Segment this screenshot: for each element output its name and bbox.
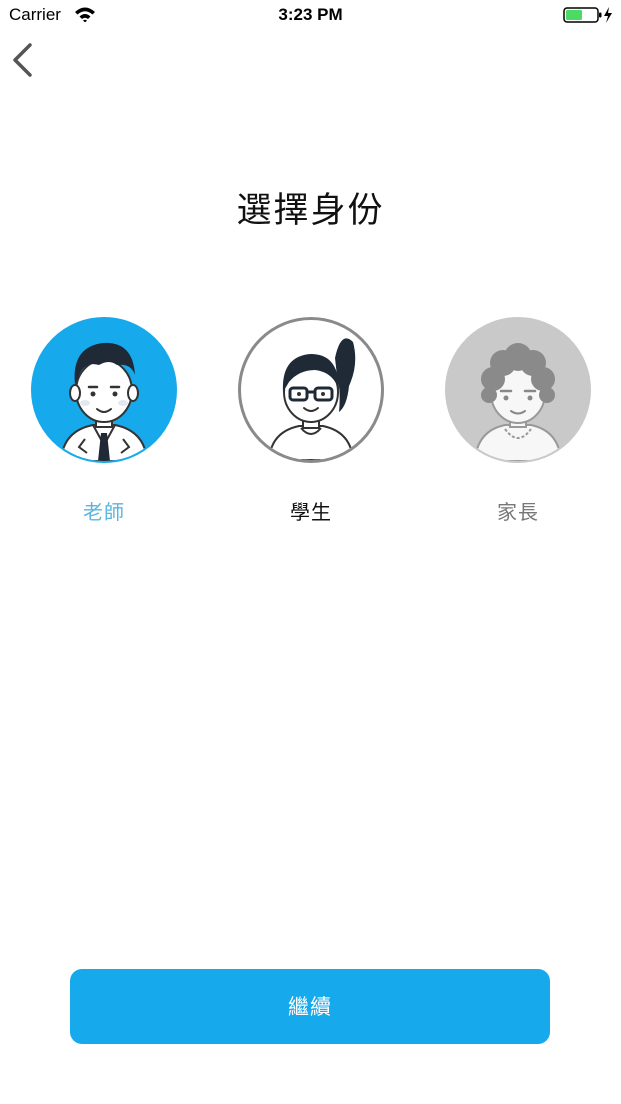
role-option-teacher[interactable]: 老師 <box>29 317 179 525</box>
role-label-teacher: 老師 <box>83 500 125 524</box>
student-avatar-icon <box>267 338 356 460</box>
parent-avatar <box>445 317 591 463</box>
status-bar: Carrier 3:23 PM <box>0 0 621 32</box>
chevron-left-icon <box>13 43 32 77</box>
continue-button[interactable]: 繼續 <box>70 969 550 1044</box>
role-label-student: 學生 <box>290 500 332 524</box>
teacher-avatar-icon <box>59 342 149 461</box>
teacher-avatar <box>31 317 177 463</box>
status-time: 3:23 PM <box>278 5 343 24</box>
back-button[interactable] <box>8 40 42 80</box>
role-label-parent: 家長 <box>497 500 539 524</box>
battery-charging-icon <box>563 7 612 23</box>
role-option-parent[interactable]: 家長 <box>443 317 593 525</box>
student-avatar <box>238 317 384 463</box>
role-option-student[interactable]: 學生 <box>236 317 386 525</box>
page-title: 選擇身份 <box>236 191 385 231</box>
parent-avatar-icon <box>473 343 563 461</box>
